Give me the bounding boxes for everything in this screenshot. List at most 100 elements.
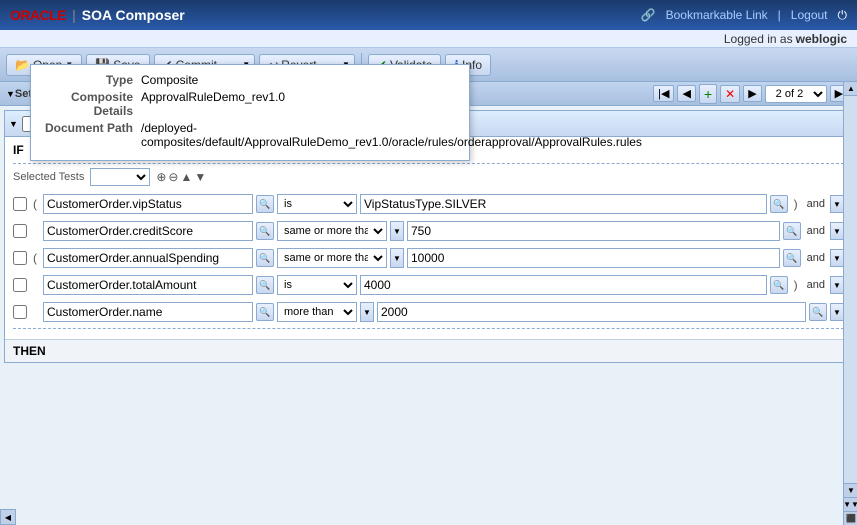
page-select[interactable]: 2 of 2 — [765, 85, 827, 103]
cond-paren-open-1 — [30, 224, 40, 238]
cond-search-4[interactable]: 🔍 — [256, 303, 274, 321]
cond-and-text-1: and — [804, 225, 828, 237]
logout-link[interactable]: Logout — [791, 8, 828, 22]
document-value: /deployed-composites/default/ApprovalRul… — [141, 121, 642, 149]
folder-icon: 📂 — [15, 58, 30, 72]
cond-search-1[interactable]: 🔍 — [256, 222, 274, 240]
cond-and-dropdown-3[interactable]: ▼ — [830, 276, 844, 294]
cond-and-text-0: and — [804, 198, 828, 210]
condition-row-3: 🔍 is same or more than more than 🔍 ) and… — [13, 273, 844, 297]
selected-tests-dropdown[interactable] — [90, 168, 150, 186]
scroll-up-button[interactable]: ▲ — [844, 82, 857, 96]
logo-divider: | — [72, 7, 76, 23]
cond-op-dropdown-4[interactable]: ▼ — [360, 302, 374, 322]
cond-check-3[interactable] — [13, 278, 27, 292]
right-scrollbar[interactable]: ▲ ▼ ▼▼ ⬛ — [843, 82, 857, 525]
cond-connector-2: and ▼ — [804, 249, 844, 267]
nav-prev-prev[interactable]: |◀ — [653, 85, 674, 102]
then-section: THEN — [5, 339, 852, 362]
info-type-row: Type Composite — [43, 73, 457, 87]
header-links: 🔗 Bookmarkable Link | Logout ⏻ — [641, 8, 847, 23]
cond-search-3[interactable]: 🔍 — [256, 276, 274, 294]
cond-check-1[interactable] — [13, 224, 27, 238]
app-title: SOA Composer — [82, 7, 185, 23]
cond-check-0[interactable] — [13, 197, 27, 211]
cond-connector-dropdown-4[interactable]: ▼ — [830, 303, 844, 321]
cond-connector-1: and ▼ — [804, 222, 844, 240]
nav-controls: |◀ ◀ + ✕ ▶ 2 of 2 ▶| — [653, 84, 851, 104]
cond-value-2[interactable] — [407, 248, 780, 268]
expand-arrow[interactable]: ▼ — [6, 89, 15, 99]
bookmarkable-link[interactable]: Bookmarkable Link — [666, 8, 768, 22]
cond-search-2[interactable]: 🔍 — [256, 249, 274, 267]
cond-field-3[interactable] — [43, 275, 253, 295]
cond-paren-close-0: ) — [791, 197, 801, 211]
if-sep-bottom — [13, 328, 844, 329]
username: weblogic — [796, 32, 847, 46]
left-nav-button[interactable]: ◀ — [0, 509, 16, 525]
cond-op-1[interactable]: same or more than is more than — [277, 221, 387, 241]
cond-search-0[interactable]: 🔍 — [256, 195, 274, 213]
if-sep-top — [13, 163, 844, 164]
rule-expand[interactable]: ▼ — [9, 119, 18, 129]
cond-and-text-2: and — [804, 252, 828, 264]
nav-next[interactable]: ▶ — [743, 85, 761, 102]
cond-and-dropdown-0[interactable]: ▼ — [830, 195, 844, 213]
nav-delete[interactable]: ✕ — [720, 85, 740, 103]
app-header: ORACLE | SOA Composer 🔗 Bookmarkable Lin… — [0, 0, 857, 30]
cond-and-dropdown-2[interactable]: ▼ — [830, 249, 844, 267]
oracle-logo: ORACLE — [10, 7, 66, 23]
test-nav-up[interactable]: ▲ — [180, 170, 192, 184]
link-sep: | — [778, 8, 781, 22]
cond-paren-open-2: ( — [30, 251, 40, 265]
cond-value-search-4[interactable]: 🔍 — [809, 303, 827, 321]
test-nav-btn2[interactable]: ⊖ — [168, 170, 178, 184]
cond-value-search-1[interactable]: 🔍 — [783, 222, 801, 240]
cond-value-1[interactable] — [407, 221, 780, 241]
cond-op-3[interactable]: is same or more than more than — [277, 275, 357, 295]
type-label: Type — [43, 73, 133, 87]
cond-op-dropdown-1[interactable]: ▼ — [390, 221, 404, 241]
then-label: THEN — [13, 344, 844, 358]
scroll-bottom-button[interactable]: ⬛ — [844, 511, 857, 525]
cond-value-4[interactable] — [377, 302, 806, 322]
cond-field-2[interactable] — [43, 248, 253, 268]
nav-prev[interactable]: ◀ — [677, 85, 695, 102]
cond-op-0[interactable]: is is not same or more than more than — [277, 194, 357, 214]
cond-field-4[interactable] — [43, 302, 253, 322]
cond-value-3[interactable] — [360, 275, 767, 295]
cond-field-1[interactable] — [43, 221, 253, 241]
cond-paren-close-3: ) — [791, 278, 801, 292]
cond-op-4[interactable]: more than is same or more than — [277, 302, 357, 322]
composite-label: Composite Details — [43, 90, 133, 118]
cond-and-dropdown-1[interactable]: ▼ — [830, 222, 844, 240]
scroll-end-button[interactable]: ▼▼ — [844, 497, 857, 511]
test-nav-btn1[interactable]: ⊕ — [156, 170, 166, 184]
cond-value-search-3[interactable]: 🔍 — [770, 276, 788, 294]
nav-add[interactable]: + — [699, 84, 717, 104]
cond-connector-0: and ▼ — [804, 195, 844, 213]
logged-in-text: Logged in as weblogic — [724, 32, 847, 46]
type-value: Composite — [141, 73, 198, 87]
cond-value-search-2[interactable]: 🔍 — [783, 249, 801, 267]
test-nav-down[interactable]: ▼ — [194, 170, 206, 184]
cond-check-2[interactable] — [13, 251, 27, 265]
condition-row-1: 🔍 same or more than is more than ▼ 🔍 and… — [13, 219, 844, 243]
cond-and-text-3: and — [804, 279, 828, 291]
info-composite-row: Composite Details ApprovalRuleDemo_rev1.… — [43, 90, 457, 118]
cond-paren-open-0: ( — [30, 197, 40, 211]
cond-check-4[interactable] — [13, 305, 27, 319]
tests-nav: ⊕ ⊖ ▲ ▼ — [156, 170, 206, 184]
selected-tests-label: Selected Tests — [13, 171, 84, 183]
scroll-down-button[interactable]: ▼ — [844, 483, 857, 497]
cond-value-0[interactable] — [360, 194, 767, 214]
subheader: Logged in as weblogic — [0, 30, 857, 48]
condition-row-0: ( 🔍 is is not same or more than more tha… — [13, 192, 844, 216]
cond-value-search-0[interactable]: 🔍 — [770, 195, 788, 213]
cond-op-dropdown-2[interactable]: ▼ — [390, 248, 404, 268]
cond-op-2[interactable]: same or more than is more than — [277, 248, 387, 268]
cond-field-0[interactable] — [43, 194, 253, 214]
condition-row-2: ( 🔍 same or more than is more than ▼ 🔍 a… — [13, 246, 844, 270]
composite-value: ApprovalRuleDemo_rev1.0 — [141, 90, 285, 118]
document-label: Document Path — [43, 121, 133, 149]
